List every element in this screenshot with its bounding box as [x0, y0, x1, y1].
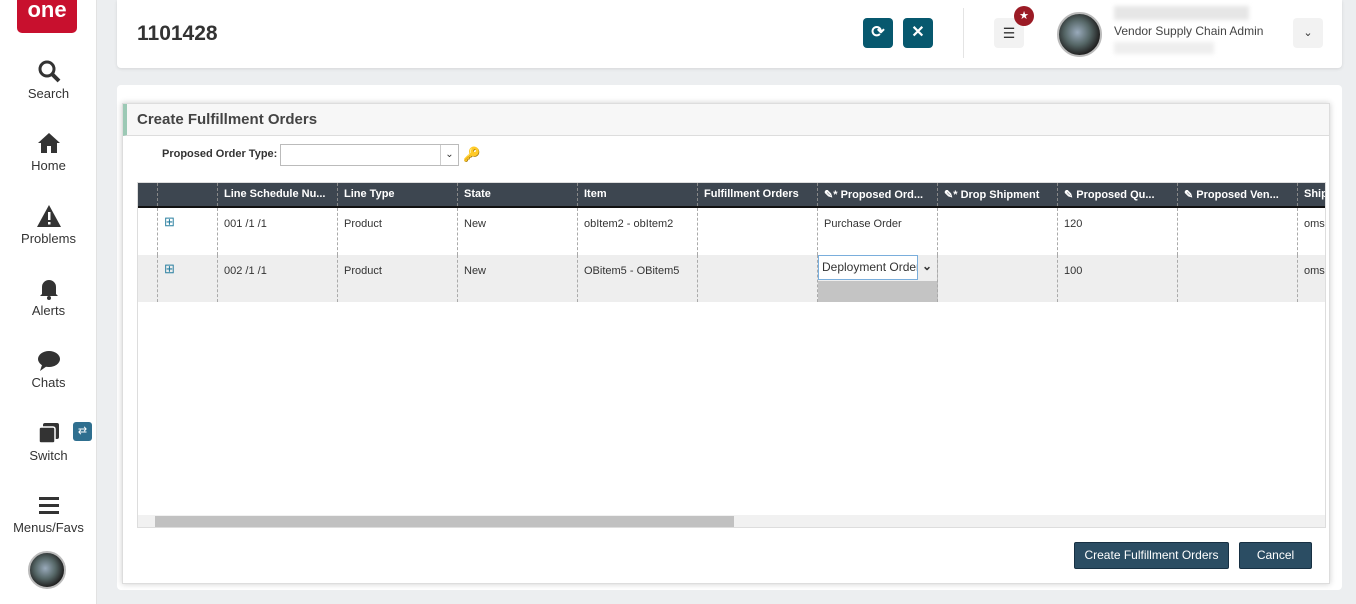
- edit-required-icon: ✎*: [824, 189, 841, 201]
- column-header-proposed-order[interactable]: ✎* Proposed Ord...: [818, 183, 938, 206]
- column-header-fulfillment-orders[interactable]: Fulfillment Orders: [698, 183, 818, 206]
- cell-qty[interactable]: 100: [1058, 255, 1178, 302]
- cancel-button[interactable]: Cancel: [1239, 542, 1312, 569]
- menu-icon: [38, 497, 59, 514]
- switch-icon: [37, 423, 59, 444]
- edit-icon: ✎: [1064, 189, 1077, 201]
- cell-order-type[interactable]: Purchase Order: [818, 208, 938, 255]
- sidebar-item-search[interactable]: Search: [0, 58, 97, 101]
- cell-item: obItem2 - obItem2: [578, 208, 698, 255]
- sidebar-item-label: Search: [27, 86, 70, 101]
- cell-item: OBitem5 - OBitem5: [578, 255, 698, 302]
- hierarchy-icon[interactable]: ⊞: [158, 208, 218, 255]
- cell-ship: oms: [1298, 255, 1325, 302]
- switch-badge-icon: ⇄: [73, 422, 92, 441]
- chevron-down-icon[interactable]: ⌄: [918, 255, 936, 280]
- sidebar-item-problems[interactable]: Problems: [0, 203, 97, 246]
- column-header-state[interactable]: State: [458, 183, 578, 206]
- sidebar-item-label: Problems: [21, 231, 76, 246]
- logo[interactable]: one: [17, 0, 77, 33]
- cell-drop[interactable]: [938, 208, 1058, 255]
- user-role: Vendor Supply Chain Admin: [1114, 24, 1264, 38]
- home-icon: [37, 133, 60, 153]
- row-cell: [138, 208, 158, 255]
- edit-required-icon: ✎*: [944, 189, 961, 201]
- sidebar-item-label: Menus/Favs: [13, 520, 84, 535]
- column-header: [138, 183, 158, 206]
- column-header-line-schedule[interactable]: Line Schedule Nu...: [218, 183, 338, 206]
- grid-header: Line Schedule Nu... Line Type State Item…: [138, 183, 1325, 208]
- sidebar: one Search Home Problems Alerts Chats Sw…: [0, 0, 97, 604]
- table-row[interactable]: ⊞ 001 /1 /1 Product New obItem2 - obItem…: [138, 208, 1325, 255]
- header: 1101428 ⟳ ✕ ☰ ★ Vendor Supply Chain Admi…: [117, 0, 1342, 68]
- cell-vendor[interactable]: [1178, 208, 1298, 255]
- user-menu-dropdown[interactable]: ⌄: [1293, 18, 1323, 48]
- order-type-label: Proposed Order Type:: [162, 148, 278, 160]
- user-name-blurred: [1114, 6, 1249, 20]
- horizontal-scrollbar[interactable]: [138, 515, 1325, 527]
- cell-ship: oms: [1298, 208, 1325, 255]
- orders-grid: Line Schedule Nu... Line Type State Item…: [137, 182, 1326, 528]
- column-header-proposed-vendor[interactable]: ✎ Proposed Ven...: [1178, 183, 1298, 206]
- sidebar-item-label: Switch: [29, 448, 68, 463]
- user-org-blurred: [1114, 42, 1214, 54]
- cell-vendor[interactable]: [1178, 255, 1298, 302]
- table-row[interactable]: ⊞ 002 /1 /1 Product New OBitem5 - OBitem…: [138, 255, 1325, 302]
- scrollbar-thumb[interactable]: [155, 516, 734, 527]
- column-header-drop-shipment[interactable]: ✎* Drop Shipment: [938, 183, 1058, 206]
- cell-state: New: [458, 208, 578, 255]
- cell-state: New: [458, 255, 578, 302]
- header-avatar[interactable]: [1057, 12, 1102, 57]
- key-icon[interactable]: 🔑: [463, 146, 480, 163]
- close-button[interactable]: ✕: [903, 18, 933, 48]
- sidebar-item-label: Alerts: [31, 303, 66, 318]
- column-header-ship[interactable]: Ship: [1298, 183, 1325, 206]
- edit-icon: ✎: [1184, 189, 1197, 201]
- order-type-input[interactable]: Deployment Order: [818, 255, 918, 280]
- refresh-button[interactable]: ⟳: [863, 18, 893, 48]
- search-icon: [38, 60, 60, 83]
- cell-order-type-editor: Deployment Order ⌄: [818, 255, 938, 302]
- sidebar-item-label: Home: [31, 158, 66, 173]
- cell-fo: [698, 208, 818, 255]
- column-header: [158, 183, 218, 206]
- cell-line: 002 /1 /1: [218, 255, 338, 302]
- user-avatar[interactable]: [28, 551, 66, 589]
- column-header-proposed-qty[interactable]: ✎ Proposed Qu...: [1058, 183, 1178, 206]
- column-header-line-type[interactable]: Line Type: [338, 183, 458, 206]
- create-fulfillment-orders-button[interactable]: Create Fulfillment Orders: [1074, 542, 1229, 569]
- column-header-item[interactable]: Item: [578, 183, 698, 206]
- chat-icon: [37, 351, 60, 371]
- row-cell: [138, 255, 158, 302]
- sidebar-item-home[interactable]: Home: [0, 130, 97, 173]
- sidebar-item-menus[interactable]: Menus/Favs: [0, 492, 97, 535]
- order-type-select[interactable]: ⌄: [280, 144, 459, 166]
- hierarchy-icon[interactable]: ⊞: [158, 255, 218, 302]
- warning-icon: [36, 205, 61, 227]
- chevron-down-icon: ⌄: [440, 145, 458, 165]
- create-fulfillment-orders-dialog: Create Fulfillment Orders Proposed Order…: [122, 103, 1330, 584]
- bell-icon: [39, 280, 58, 300]
- sidebar-item-alerts[interactable]: Alerts: [0, 275, 97, 318]
- cell-type: Product: [338, 208, 458, 255]
- sidebar-item-label: Chats: [31, 375, 66, 390]
- cell-drop[interactable]: [938, 255, 1058, 302]
- dialog-title: Create Fulfillment Orders: [123, 104, 1329, 136]
- cell-fo: [698, 255, 818, 302]
- cell-qty[interactable]: 120: [1058, 208, 1178, 255]
- star-badge-icon: ★: [1014, 6, 1034, 26]
- cell-line: 001 /1 /1: [218, 208, 338, 255]
- page-title: 1101428: [137, 22, 218, 45]
- sidebar-item-chats[interactable]: Chats: [0, 347, 97, 390]
- cell-type: Product: [338, 255, 458, 302]
- divider: [963, 8, 964, 58]
